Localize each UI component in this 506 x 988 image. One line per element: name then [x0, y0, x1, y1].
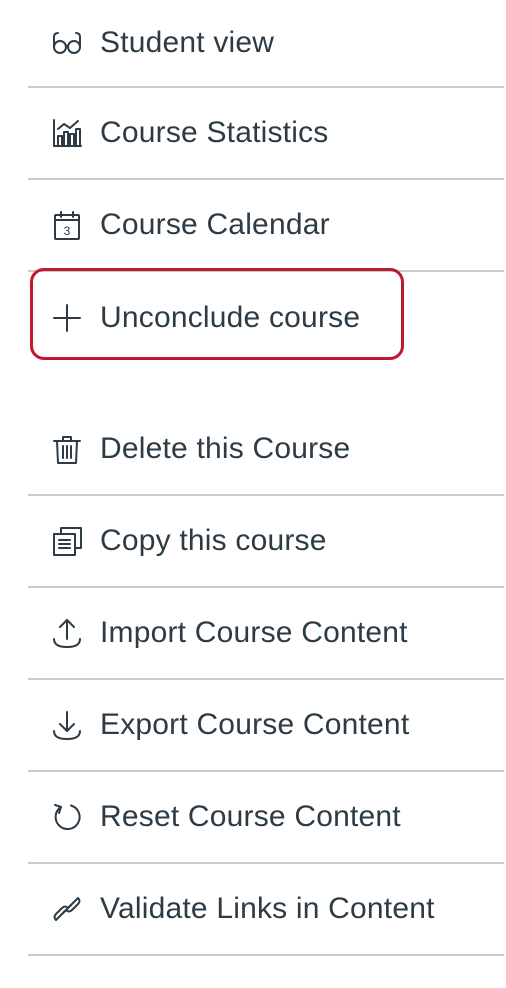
download-icon	[50, 708, 84, 742]
student-view-label: Student view	[100, 26, 275, 59]
statistics-icon	[50, 116, 84, 150]
link-icon	[50, 892, 84, 926]
course-calendar-link[interactable]: 3 Course Calendar	[28, 180, 504, 272]
course-calendar-label: Course Calendar	[100, 208, 330, 241]
reset-content-label: Reset Course Content	[100, 800, 401, 833]
student-view-link[interactable]: Student view	[28, 0, 504, 88]
export-content-link[interactable]: Export Course Content	[28, 680, 504, 772]
reset-content-link[interactable]: Reset Course Content	[28, 772, 504, 864]
reset-icon	[50, 800, 84, 834]
trash-icon	[50, 432, 84, 466]
import-content-label: Import Course Content	[100, 616, 408, 649]
calendar-icon: 3	[50, 208, 84, 242]
unconclude-course-link[interactable]: Unconclude course	[28, 272, 504, 364]
course-statistics-label: Course Statistics	[100, 116, 329, 149]
export-content-label: Export Course Content	[100, 708, 410, 741]
validate-links-label: Validate Links in Content	[100, 892, 435, 925]
import-content-link[interactable]: Import Course Content	[28, 588, 504, 680]
copy-course-label: Copy this course	[100, 524, 327, 557]
validate-links-link[interactable]: Validate Links in Content	[28, 864, 504, 956]
course-settings-menu: Student view Course Statistics 3 Course …	[28, 0, 504, 956]
plus-icon	[50, 301, 84, 335]
copy-icon	[50, 524, 84, 558]
upload-icon	[50, 616, 84, 650]
delete-course-link[interactable]: Delete this Course	[28, 404, 504, 496]
course-statistics-link[interactable]: Course Statistics	[28, 88, 504, 180]
copy-course-link[interactable]: Copy this course	[28, 496, 504, 588]
unconclude-course-label: Unconclude course	[100, 301, 361, 334]
calendar-day-number: 3	[64, 224, 71, 238]
menu-gap	[28, 364, 504, 404]
delete-course-label: Delete this Course	[100, 432, 351, 465]
glasses-icon	[50, 26, 84, 60]
